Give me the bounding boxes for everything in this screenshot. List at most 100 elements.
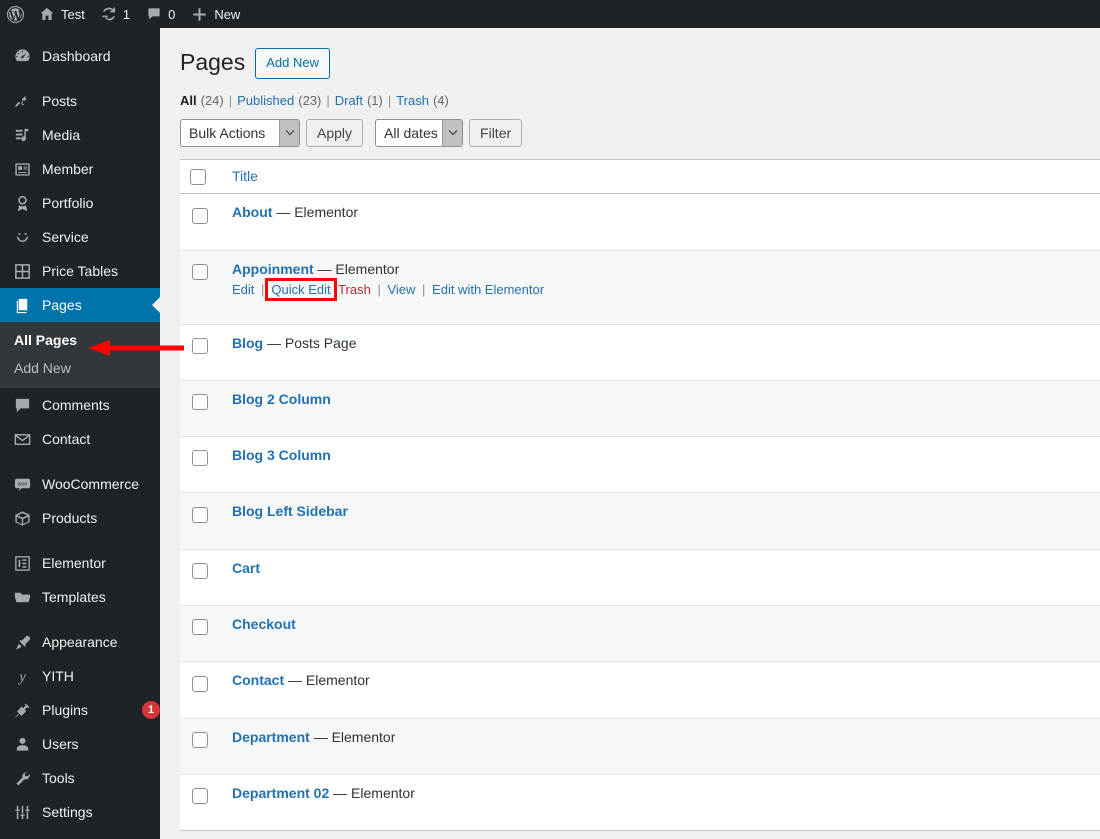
column-header-title[interactable]: Title: [222, 159, 1100, 195]
row-title-cell: Cart: [222, 548, 1100, 606]
page-title-link[interactable]: Blog 2 Column: [232, 391, 331, 407]
sidebar-item-label: Dashboard: [42, 48, 111, 64]
sidebar-item-comments[interactable]: Comments: [0, 388, 160, 422]
sidebar-item-elementor[interactable]: Elementor: [0, 546, 160, 580]
sidebar-item-posts[interactable]: Posts: [0, 84, 160, 118]
page-title-link[interactable]: Contact: [232, 672, 284, 688]
row-checkbox[interactable]: [192, 675, 208, 692]
sidebar-item-tools[interactable]: Tools: [0, 761, 160, 795]
chevron-down-icon: [442, 119, 463, 146]
sidebar-item-dashboard[interactable]: Dashboard: [0, 39, 160, 73]
row-action-view[interactable]: View: [387, 282, 415, 297]
smiley-icon: [12, 227, 32, 247]
sidebar-item-appearance[interactable]: Appearance: [0, 625, 160, 659]
row-checkbox[interactable]: [192, 619, 208, 636]
filter-separator: |: [326, 92, 330, 108]
page-title-link[interactable]: Blog: [232, 335, 263, 351]
row-select-cell: [180, 717, 222, 775]
row-checkbox[interactable]: [192, 263, 208, 280]
page-title-link[interactable]: Blog Left Sidebar: [232, 503, 348, 519]
comment-icon: [146, 6, 162, 22]
page-title-link[interactable]: About: [232, 204, 272, 220]
comments-button[interactable]: 0: [138, 0, 183, 28]
site-name-button[interactable]: Test: [31, 0, 93, 28]
page-title-link[interactable]: Department: [232, 729, 310, 745]
filter-count-draft: (1): [366, 92, 383, 108]
sidebar-item-products[interactable]: Products: [0, 501, 160, 535]
sidebar-item-templates[interactable]: Templates: [0, 580, 160, 614]
row-checkbox[interactable]: [192, 506, 208, 523]
row-action-edit-with-elementor[interactable]: Edit with Elementor: [432, 282, 544, 297]
row-select-cell: [180, 194, 222, 250]
page-state-label: — Elementor: [288, 672, 370, 689]
row-checkbox[interactable]: [192, 450, 208, 467]
new-content-button[interactable]: New: [183, 0, 248, 28]
page-state-label: — Elementor: [333, 784, 415, 801]
new-content-label: New: [214, 6, 241, 22]
table-row: Department — Elementor: [180, 717, 1100, 775]
filter-link-draft[interactable]: Draft: [335, 93, 363, 108]
home-icon: [39, 6, 55, 22]
row-select-cell: [180, 323, 222, 381]
row-action-quick-edit[interactable]: Quick Edit: [271, 282, 330, 297]
woocommerce-icon: woo: [12, 474, 32, 494]
sidebar-item-all-pages[interactable]: All Pages: [0, 326, 160, 354]
quick-edit-highlight-box: Quick Edit: [265, 277, 337, 301]
select-all-checkbox[interactable]: [190, 169, 206, 186]
table-row: Blog 2 Column: [180, 379, 1100, 437]
plug-icon: [12, 700, 32, 720]
table-body: About — Elementor Appoinment — Elementor…: [180, 193, 1100, 831]
updates-button[interactable]: 1: [93, 0, 138, 28]
page-title-link[interactable]: Appoinment: [232, 261, 314, 277]
comment-icon: [12, 395, 32, 415]
page-state-label: — Elementor: [317, 260, 400, 277]
sidebar-item-plugins[interactable]: Plugins 1: [0, 693, 160, 727]
row-checkbox[interactable]: [192, 731, 208, 748]
page-title-link[interactable]: Blog 3 Column: [232, 447, 331, 463]
sidebar-item-add-new-page[interactable]: Add New: [0, 354, 160, 382]
sidebar-item-service[interactable]: Service: [0, 220, 160, 254]
filter-link-all[interactable]: All: [180, 93, 197, 108]
date-filter-select[interactable]: All dates: [375, 118, 464, 147]
row-checkbox[interactable]: [192, 207, 208, 224]
plugins-update-badge: 1: [142, 701, 160, 719]
sidebar-item-price-tables[interactable]: Price Tables: [0, 254, 160, 288]
filter-count-all: (24): [200, 92, 224, 108]
sidebar-item-contact[interactable]: Contact: [0, 422, 160, 456]
sidebar-item-portfolio[interactable]: Portfolio: [0, 186, 160, 220]
wordpress-logo-button[interactable]: [0, 0, 31, 28]
sidebar-item-media[interactable]: Media: [0, 118, 160, 152]
status-filter-links: All (24) | Published (23) | Draft (1) | …: [180, 93, 1100, 108]
row-action-edit[interactable]: Edit: [232, 282, 254, 297]
menu-separator-4: [0, 614, 160, 625]
row-checkbox[interactable]: [192, 394, 208, 411]
add-new-button[interactable]: Add New: [255, 48, 330, 79]
sidebar-item-label: Appearance: [42, 634, 118, 650]
row-action-trash[interactable]: Trash: [338, 282, 371, 297]
sidebar-item-yith[interactable]: y YITH: [0, 659, 160, 693]
row-checkbox[interactable]: [192, 563, 208, 580]
row-title-cell: Blog Left Sidebar: [222, 492, 1100, 550]
row-title-cell: Blog 3 Column: [222, 436, 1100, 493]
page-title-link[interactable]: Cart: [232, 560, 260, 576]
row-checkbox[interactable]: [192, 337, 208, 354]
page-title-link[interactable]: Department 02: [232, 785, 329, 801]
filter-link-trash[interactable]: Trash: [396, 93, 429, 108]
sidebar-item-label: Price Tables: [42, 263, 119, 279]
svg-text:woo: woo: [17, 481, 27, 487]
wordpress-logo-icon: [6, 5, 25, 24]
table-row: Contact — Elementor: [180, 661, 1100, 719]
sidebar-item-woocommerce[interactable]: woo WooCommerce: [0, 467, 160, 501]
sidebar-item-label: Comments: [42, 397, 110, 413]
page-title-link[interactable]: Checkout: [232, 616, 296, 632]
sidebar-item-label: Pages: [42, 297, 82, 313]
filter-link-published[interactable]: Published: [237, 93, 294, 108]
sidebar-item-users[interactable]: Users: [0, 727, 160, 761]
row-checkbox[interactable]: [192, 788, 208, 805]
sidebar-item-settings[interactable]: Settings: [0, 795, 160, 829]
filter-button[interactable]: Filter: [469, 118, 523, 147]
sidebar-item-pages[interactable]: Pages: [0, 288, 160, 322]
bulk-actions-select[interactable]: Bulk Actions: [180, 118, 300, 147]
sidebar-item-member[interactable]: Member: [0, 152, 160, 186]
apply-button[interactable]: Apply: [306, 118, 364, 147]
